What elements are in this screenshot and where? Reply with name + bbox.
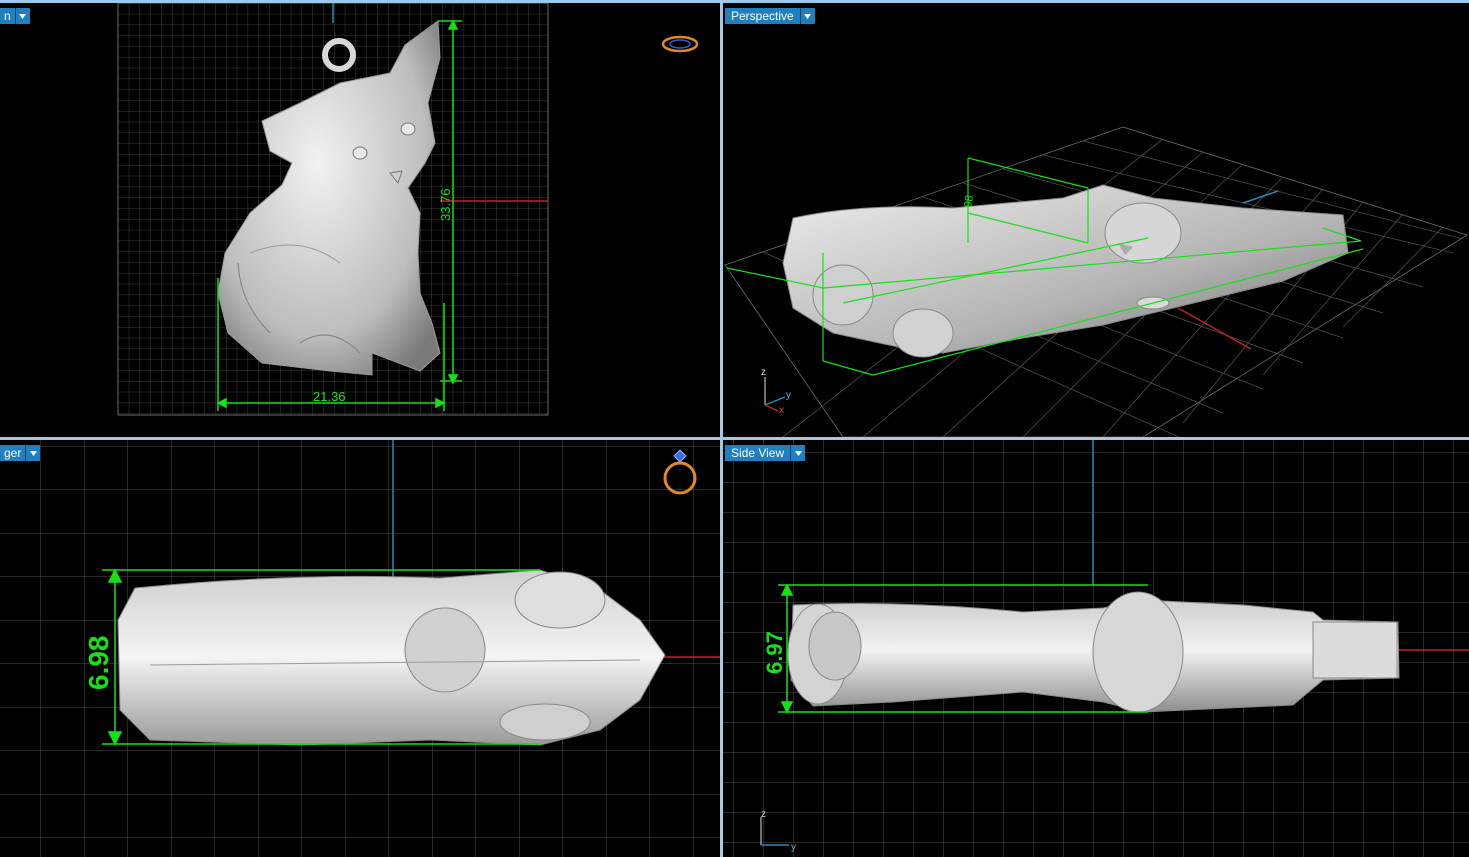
side-viewport[interactable]: 6.97 z y Side View <box>723 440 1469 857</box>
axis-y-label: y <box>786 390 791 401</box>
ring-navigator-icon[interactable] <box>661 35 699 53</box>
top-thickness-label: 6.98 <box>83 636 114 691</box>
cat-model-perspective <box>782 184 1349 358</box>
front-scene: 33.76 21.36 <box>117 3 699 416</box>
vertical-splitter[interactable] <box>720 3 723 857</box>
front-viewport-menu[interactable]: n <box>0 8 30 24</box>
chevron-down-icon[interactable] <box>25 445 41 461</box>
perspective-viewport-menu[interactable]: Perspective <box>725 8 815 24</box>
top-viewport[interactable]: 6.98 ger <box>0 440 720 857</box>
top-viewport-title: ger <box>0 445 26 461</box>
perspective-viewport-title: Perspective <box>725 8 800 24</box>
perspective-scene: 98 z y x <box>724 126 1468 437</box>
side-viewport-title: Side View <box>725 445 791 461</box>
chevron-down-icon[interactable] <box>790 445 806 461</box>
chevron-down-icon[interactable] <box>14 8 30 24</box>
width-dimension-label: 21.36 <box>313 389 346 404</box>
height-dimension-label: 33.76 <box>438 188 453 221</box>
front-viewport-title: n <box>0 8 15 24</box>
front-viewport[interactable]: 33.76 21.36 n <box>0 3 720 437</box>
horizontal-splitter[interactable] <box>0 437 1469 440</box>
axis-z-label: z <box>761 367 766 378</box>
perspective-viewport[interactable]: 98 z y x Perspective <box>723 3 1469 437</box>
cat-model-top <box>117 569 666 746</box>
side-viewport-menu[interactable]: Side View <box>725 445 806 461</box>
side-axis-y-label: y <box>791 842 796 853</box>
chevron-down-icon[interactable] <box>799 8 815 24</box>
side-scene: 6.97 z y <box>723 440 1469 857</box>
side-thickness-label: 6.97 <box>762 631 787 674</box>
axis-triad: z y x <box>761 367 791 416</box>
axis-x-label: x <box>779 405 784 416</box>
side-axis-z-label: z <box>761 809 766 820</box>
top-viewport-menu[interactable]: ger <box>0 445 41 461</box>
perspective-depth-label: 98 <box>962 194 976 208</box>
top-scene: 6.98 <box>0 440 720 857</box>
